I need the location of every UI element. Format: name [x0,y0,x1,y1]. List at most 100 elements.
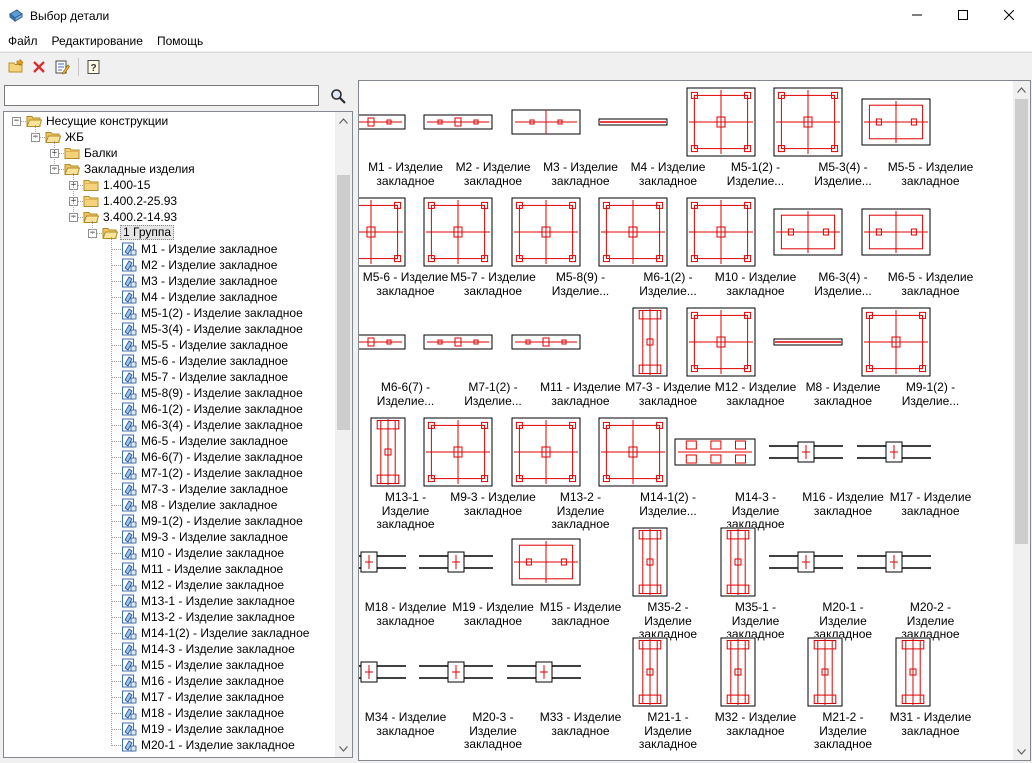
tree-part-item[interactable]: M5-8(9) - Изделие закладное [4,385,335,401]
tree-part-item[interactable]: M20-1 - Изделие закладное [4,737,335,753]
gallery-item[interactable]: M6-6(7) - Изделие... [359,304,449,414]
maximize-button[interactable] [940,0,986,30]
collapse-icon[interactable]: − [12,117,21,126]
tree-part-item[interactable]: M8 - Изделие закладное [4,497,335,513]
tree-part-item[interactable]: M7-1(2) - Изделие закладное [4,465,335,481]
help-button[interactable]: ? [83,56,105,78]
gallery-item[interactable]: M6-5 - Изделие закладное [860,194,974,304]
gallery-item-caption: M21-1 - Изделие закладное [638,711,698,751]
gallery-item[interactable]: M21-1 - Изделие закладное [625,634,712,751]
tree-part-item[interactable]: M3 - Изделие закладное [4,273,335,289]
gallery-item[interactable]: M14-1(2) - Изделие... [598,414,712,524]
gallery-item[interactable]: M1 - Изделие закладное [359,84,449,194]
tree-part-item[interactable]: M15 - Изделие закладное [4,657,335,673]
gallery-item[interactable]: M3 - Изделие закладное [510,84,624,194]
tree-connector [111,345,121,346]
edit-list-button[interactable] [51,56,73,78]
tree-part-item[interactable]: M5-5 - Изделие закладное [4,337,335,353]
gallery-item[interactable]: M14-3 - Изделие закладное [673,414,799,531]
menu-edit[interactable]: Редактирование [45,34,150,48]
menu-help[interactable]: Помощь [150,34,210,48]
category-tree[interactable]: − Несущие конструкции − ЖБ + Балки − Закладные … [3,111,353,758]
gallery-scrollbar[interactable] [1013,81,1030,760]
minimize-button[interactable] [894,0,940,30]
tree-part-item[interactable]: M5-3(4) - Изделие закладное [4,321,335,337]
gallery-item[interactable]: M21-2 - Изделие закладное [800,634,887,751]
gallery-item[interactable]: M12 - Изделие закладное [685,304,799,414]
gallery-item[interactable]: M5-5 - Изделие закладное [860,84,974,194]
gallery-item-caption: M5-8(9) - Изделие... [551,271,610,298]
gallery-scrollbar-thumb[interactable] [1015,99,1028,544]
tree-connector [111,473,121,474]
part-gallery[interactable]: M1 - Изделие закладное M2 - Изделие закла… [358,80,1031,761]
gallery-item[interactable]: M11 - Изделие закладное [510,304,624,414]
tree-folder-item[interactable]: +1.400.2-25.93 [4,193,335,209]
delete-button[interactable] [28,56,50,78]
tree-folder-item[interactable]: +1.400-15 [4,177,335,193]
tree-part-item[interactable]: M6-1(2) - Изделие закладное [4,401,335,417]
gallery-item[interactable]: M32 - Изделие закладное [712,634,799,744]
tree-part-item[interactable]: M9-3 - Изделие закладное [4,529,335,545]
tree-part-item[interactable]: M9-1(2) - Изделие закладное [4,513,335,529]
tree-part-item[interactable]: M16 - Изделие закладное [4,673,335,689]
open-folder-button[interactable] [5,56,27,78]
tree-part-item[interactable]: M13-1 - Изделие закладное [4,593,335,609]
gallery-item[interactable]: M9-1(2) - Изделие... [860,304,974,414]
gallery-item[interactable]: M16 - Изделие закладное [769,414,887,524]
gallery-item[interactable]: M18 - Изделие закладное [359,524,449,634]
tree-folder-item[interactable]: − Несущие конструкции [4,113,335,129]
tree-part-item[interactable]: M10 - Изделие закладное [4,545,335,561]
gallery-item[interactable]: M20-2 - Изделие закладное [856,524,974,641]
gallery-item-caption: M2 - Изделие закладное [455,161,531,188]
tree-part-item[interactable]: M17 - Изделие закладное [4,689,335,705]
gallery-item[interactable]: M33 - Изделие закладное [506,634,624,744]
menu-file[interactable]: Файл [0,34,45,48]
gallery-scroll-up-button[interactable] [1013,81,1030,98]
tree-part-item[interactable]: M1 - Изделие закладное [4,241,335,257]
tree-part-item[interactable]: M11 - Изделие закладное [4,561,335,577]
tree-part-item[interactable]: M5-1(2) - Изделие закладное [4,305,335,321]
search-input[interactable] [4,85,319,106]
part-icon [121,657,137,673]
part-drawing [359,333,406,351]
gallery-item[interactable]: M15 - Изделие закладное [510,524,624,634]
tree-part-item[interactable]: M6-6(7) - Изделие закладное [4,449,335,465]
tree-part-item[interactable]: M18 - Изделие закладное [4,705,335,721]
tree-part-item[interactable]: M19 - Изделие закладное [4,721,335,737]
tree-folder-item[interactable]: −3.400.2-14.93 [4,209,335,225]
tree-part-item[interactable]: M5-7 - Изделие закладное [4,369,335,385]
gallery-item[interactable]: M20-3 - Изделие закладное [419,634,537,751]
tree-folder-item[interactable]: −1 Группа [4,225,335,241]
gallery-item[interactable]: M2 - Изделие закладное [423,84,537,194]
tree-part-item[interactable]: M14-3 - Изделие закладное [4,641,335,657]
search-button[interactable] [327,85,349,106]
gallery-item[interactable]: M35-1 - Изделие закладное [712,524,799,641]
scrollbar-thumb[interactable] [337,175,350,430]
tree-part-item[interactable]: M12 - Изделие закладное [4,577,335,593]
gallery-item[interactable]: M17 - Изделие закладное [856,414,974,524]
tree-part-item[interactable]: M6-5 - Изделие закладное [4,433,335,449]
scroll-down-button[interactable] [335,740,352,757]
tree-part-item[interactable]: M4 - Изделие закладное [4,289,335,305]
tree-part-item[interactable]: M13-2 - Изделие закладное [4,609,335,625]
tree-item-label: Балки [84,146,118,160]
scroll-up-button[interactable] [335,112,352,129]
toolbar: ? [0,52,1032,80]
tree-part-item[interactable]: M14-1(2) - Изделие закладное [4,625,335,641]
gallery-item-caption: M6-1(2) - Изделие... [639,271,697,298]
tree-part-item[interactable]: M6-3(4) - Изделие закладное [4,417,335,433]
close-button[interactable] [986,0,1032,30]
gallery-item[interactable]: M35-2 - Изделие закладное [625,524,712,641]
gallery-item[interactable]: M7-1(2) - Изделие... [423,304,537,414]
tree-connector [111,697,121,698]
gallery-item[interactable]: M34 - Изделие закладное [359,634,449,744]
gallery-item[interactable]: M31 - Изделие закладное [887,634,974,744]
tree-part-item[interactable]: M7-3 - Изделие закладное [4,481,335,497]
part-icon [121,609,137,625]
tree-part-item[interactable]: M5-6 - Изделие закладное [4,353,335,369]
gallery-item[interactable]: M20-1 - Изделие закладное [769,524,887,641]
tree-part-item[interactable]: M2 - Изделие закладное [4,257,335,273]
part-icon [121,513,137,529]
tree-scrollbar[interactable] [335,112,352,757]
gallery-scroll-down-button[interactable] [1013,743,1030,760]
